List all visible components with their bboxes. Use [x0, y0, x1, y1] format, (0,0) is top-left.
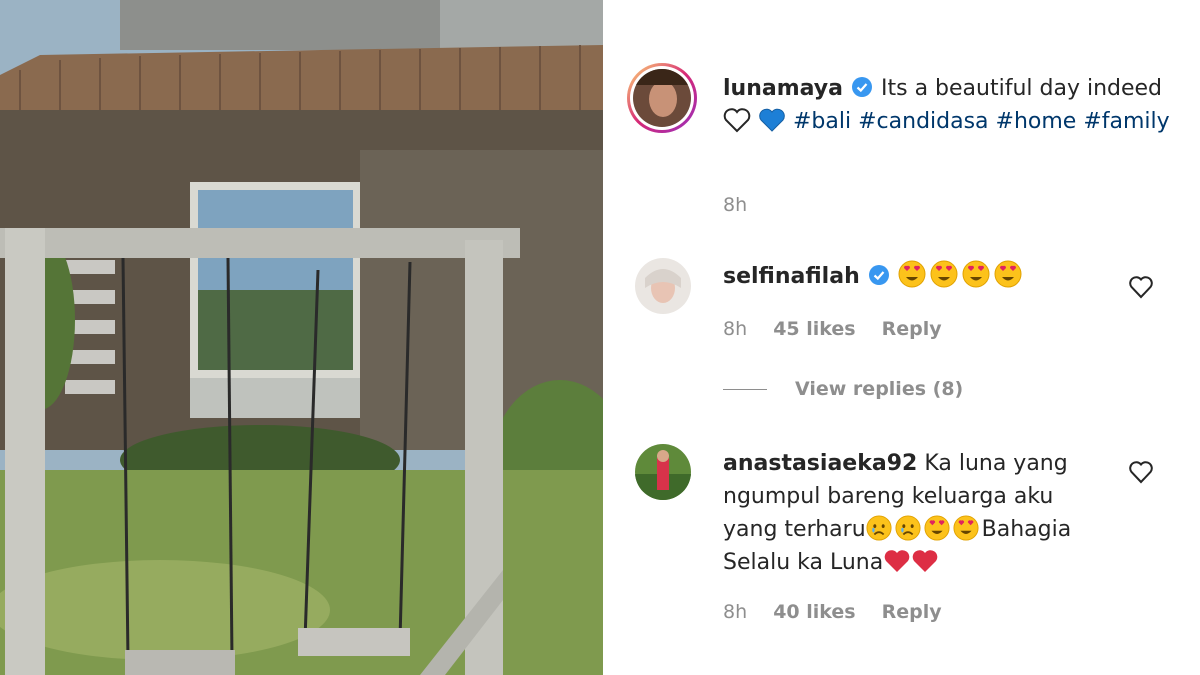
hashtag-home[interactable]: #home: [996, 109, 1077, 134]
commenter-avatar-image: [635, 444, 691, 500]
view-replies-label: View replies (8): [795, 378, 964, 400]
crying-face-emoji-icon: [866, 515, 892, 541]
post-caption: lunamaya Its a beautiful day indeed #bal…: [723, 72, 1183, 138]
commenter-avatar-image: [635, 258, 691, 314]
author-username[interactable]: lunamaya: [723, 76, 843, 101]
reply-button[interactable]: Reply: [882, 318, 942, 340]
heart-eyes-emoji-icon: [898, 260, 926, 288]
comment-text-line4: Selalu ka Luna: [723, 550, 884, 575]
white-heart-icon: [723, 108, 751, 133]
verified-badge-icon: [868, 265, 889, 285]
hashtag-candidasa[interactable]: #candidasa: [858, 109, 988, 134]
author-avatar-image: [633, 69, 691, 127]
comment-username[interactable]: anastasiaeka92: [723, 451, 917, 476]
like-comment-heart-icon[interactable]: [1128, 459, 1154, 485]
like-comment-heart-icon[interactable]: [1128, 274, 1154, 300]
commenter-avatar[interactable]: [635, 258, 691, 314]
caption-text: Its a beautiful day indeed: [881, 76, 1163, 101]
heart-eyes-emoji-icon: [953, 515, 979, 541]
comment-meta: 8h 45 likes Reply: [723, 318, 962, 340]
comment-likes[interactable]: 40 likes: [773, 601, 855, 623]
author-avatar[interactable]: [627, 63, 697, 133]
hashtag-family[interactable]: #family: [1083, 109, 1169, 134]
comment-meta: 8h 40 likes Reply: [723, 601, 962, 623]
post-meta: 8h: [723, 194, 767, 216]
comment-text-line2: ngumpul bareng keluarga aku: [723, 484, 1054, 509]
blue-heart-icon: [759, 108, 785, 132]
comment-timestamp[interactable]: 8h: [723, 318, 747, 340]
heart-eyes-emoji-icon: [930, 260, 958, 288]
view-replies-button[interactable]: View replies (8): [723, 378, 963, 400]
post-image-swing-house: [0, 0, 603, 675]
comment-body: anastasiaeka92 Ka luna yang ngumpul bare…: [723, 447, 1143, 579]
comment-text-line3: yang terharu: [723, 517, 866, 542]
hashtag-bali[interactable]: #bali: [793, 109, 851, 134]
comment-text-line1: Ka luna yang: [924, 451, 1068, 476]
comment-timestamp[interactable]: 8h: [723, 601, 747, 623]
verified-badge-icon: [852, 77, 872, 97]
post-timestamp[interactable]: 8h: [723, 194, 747, 216]
commenter-avatar[interactable]: [635, 444, 691, 500]
comments-panel: lunamaya Its a beautiful day indeed #bal…: [603, 0, 1200, 675]
red-heart-icon: [912, 550, 938, 572]
comment-body: selfinafilah: [723, 260, 1123, 293]
crying-face-emoji-icon: [895, 515, 921, 541]
heart-eyes-emoji-icon: [994, 260, 1022, 288]
red-heart-icon: [884, 550, 910, 572]
comment-username[interactable]: selfinafilah: [723, 264, 860, 289]
heart-eyes-emoji-icon: [962, 260, 990, 288]
view-replies-divider: [723, 388, 767, 390]
post-photo[interactable]: [0, 0, 603, 675]
heart-eyes-emoji-icon: [924, 515, 950, 541]
reply-button[interactable]: Reply: [882, 601, 942, 623]
comment-likes[interactable]: 45 likes: [773, 318, 855, 340]
comment-text-line3b: Bahagia: [981, 517, 1072, 542]
